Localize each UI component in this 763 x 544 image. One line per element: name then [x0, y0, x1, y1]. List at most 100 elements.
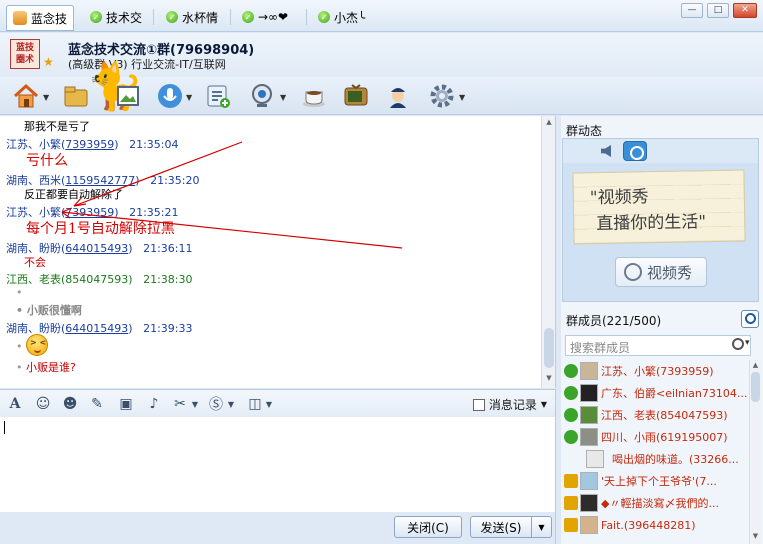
coffee-button[interactable]	[298, 80, 330, 112]
video-show-label: 视频秀	[647, 263, 693, 282]
history-label: 消息记录	[488, 398, 537, 412]
avatar	[580, 494, 598, 512]
avatar	[580, 516, 598, 534]
tab-infinity[interactable]: ✓ →∞❤	[236, 5, 294, 29]
tab-label: →∞❤	[258, 10, 289, 24]
member-row[interactable]: ◆〃輕描淡寫〆我們的...	[561, 492, 749, 514]
member-list-scrollbar[interactable]: ▲ ▼	[749, 360, 761, 544]
star-icon	[564, 496, 578, 510]
scroll-down-icon[interactable]: ▼	[750, 532, 761, 540]
tab-label: 技术交	[106, 10, 143, 25]
online-check-icon: ✓	[318, 11, 330, 23]
member-role-icon	[564, 386, 578, 400]
member-search-placeholder: 搜索群成员	[570, 341, 631, 355]
chevron-down-icon[interactable]: ▼	[186, 93, 192, 102]
album-button[interactable]	[112, 80, 144, 112]
camera-tab-icon[interactable]	[623, 141, 647, 161]
microphone-icon	[158, 84, 182, 108]
tab-group-lannian[interactable]: 蓝念技	[6, 5, 75, 31]
tv-button[interactable]	[340, 80, 372, 112]
avatar	[580, 406, 598, 424]
banner-line-2: 直播你的生活"	[596, 212, 707, 235]
member-row[interactable]: 四川、小雨(619195007)	[561, 426, 749, 448]
chevron-down-icon[interactable]: ▼	[459, 93, 465, 102]
chevron-down-icon[interactable]: ▼	[280, 93, 286, 102]
tab-shuibei[interactable]: ✓ 水杯情	[160, 5, 224, 29]
annotation-arrows	[61, 141, 403, 249]
member-list[interactable]: 江苏、小繁(7393959) 广东、伯爵<eilnian73104... 江西、…	[561, 360, 749, 544]
member-row[interactable]: Fait.(396448281)	[561, 514, 749, 536]
member-row[interactable]: '天上掉下个王爷爷'(7...	[561, 470, 749, 492]
scroll-thumb[interactable]	[544, 328, 554, 368]
avatar	[580, 384, 598, 402]
chevron-down-icon[interactable]: ▼	[222, 395, 240, 413]
magic-face-icon[interactable]: ☻	[61, 395, 79, 413]
emoji-icon[interactable]: ☺	[34, 395, 52, 413]
chevron-down-icon[interactable]: ▼	[186, 395, 204, 413]
chat-tab-bar: 蓝念技 ✓ 技术交 ✓ 水杯情 ✓ →∞❤ ✓ 小杰╰ — □ ✕	[0, 0, 763, 32]
font-icon[interactable]: A	[6, 395, 24, 413]
settings-button[interactable]	[426, 80, 458, 112]
video-show-banner: "视频秀 直播你的生活"	[572, 169, 746, 245]
member-row[interactable]: 江西、老表(854047593)	[561, 404, 749, 426]
chevron-down-icon: ▼	[540, 400, 547, 409]
chevron-down-icon[interactable]: ▼	[43, 93, 49, 102]
message-history-button[interactable]: 消息记录 ▼	[472, 396, 547, 413]
close-button[interactable]: 关闭(C)	[394, 516, 462, 538]
banner-line-1: "视频秀	[589, 187, 649, 209]
member-row[interactable]: 江苏、小繁(7393959)	[561, 360, 749, 382]
tv-icon	[344, 84, 368, 106]
speaker-icon[interactable]	[601, 145, 611, 157]
video-show-button[interactable]: 视频秀	[615, 257, 707, 287]
member-name: 广东、伯爵<eilnian73104...	[601, 387, 748, 400]
scroll-down-icon[interactable]: ▼	[543, 374, 555, 386]
tab-divider	[230, 9, 231, 25]
list-add-icon	[207, 85, 230, 108]
chat-scrollbar[interactable]: ▲ ▼	[541, 116, 555, 388]
gear-icon	[430, 84, 454, 108]
search-icon	[624, 263, 642, 281]
tab-divider	[306, 9, 307, 25]
chat-history[interactable]: 那我不是亏了 江苏、小繁(7393959) 21:35:04 亏什么 湖南、西米…	[0, 116, 556, 388]
edit-icon[interactable]: ✎	[88, 395, 106, 413]
scroll-up-icon[interactable]: ▲	[750, 361, 761, 369]
members-title: 群成员(221/500)	[566, 314, 662, 328]
text-cursor	[4, 421, 5, 434]
member-row[interactable]: 喝出烟的味道。(33266...	[561, 448, 749, 470]
video-tabs	[563, 139, 758, 163]
image-icon[interactable]: ▣	[117, 395, 135, 413]
add-list-button[interactable]	[202, 80, 234, 112]
message-input[interactable]	[0, 417, 556, 512]
voice-button[interactable]	[154, 80, 186, 112]
home-icon	[13, 83, 39, 108]
police-icon	[390, 88, 406, 108]
member-search-input[interactable]: 搜索群成员	[565, 335, 751, 356]
scroll-up-icon[interactable]: ▲	[543, 118, 555, 130]
home-button[interactable]	[10, 80, 42, 112]
group-avatar[interactable]: 蓝技圈术	[10, 39, 40, 69]
tab-label: 蓝念技	[31, 11, 68, 26]
group-dynamics-title: 群动态	[566, 124, 603, 138]
chevron-down-icon[interactable]: ▼	[260, 395, 278, 413]
minimize-button[interactable]: —	[681, 3, 703, 18]
member-row[interactable]: 广东、伯爵<eilnian73104...	[561, 382, 749, 404]
send-options-chevron-icon[interactable]: ▼	[532, 516, 552, 538]
security-button[interactable]	[382, 80, 414, 112]
video-show-panel: "视频秀 直播你的生活" 视频秀	[562, 138, 759, 302]
maximize-button[interactable]: □	[707, 3, 729, 18]
video-button[interactable]	[246, 80, 278, 112]
scroll-thumb[interactable]	[751, 372, 760, 402]
tab-xiaojie[interactable]: ✓ 小杰╰	[312, 5, 371, 29]
tab-label: 小杰╰	[334, 10, 366, 25]
avatar	[580, 472, 598, 490]
search-icon[interactable]	[741, 310, 759, 328]
search-dropdown-icon[interactable]	[732, 338, 750, 352]
online-check-icon: ✓	[242, 11, 254, 23]
group-icon	[13, 11, 27, 25]
window-controls: — □ ✕	[681, 3, 757, 18]
member-name: Fait.(396448281)	[601, 518, 696, 532]
tab-jishu[interactable]: ✓ 技术交	[84, 5, 148, 29]
send-button[interactable]: 发送(S)	[470, 516, 532, 538]
close-window-button[interactable]: ✕	[733, 3, 757, 18]
music-icon[interactable]: ♪	[145, 395, 163, 413]
